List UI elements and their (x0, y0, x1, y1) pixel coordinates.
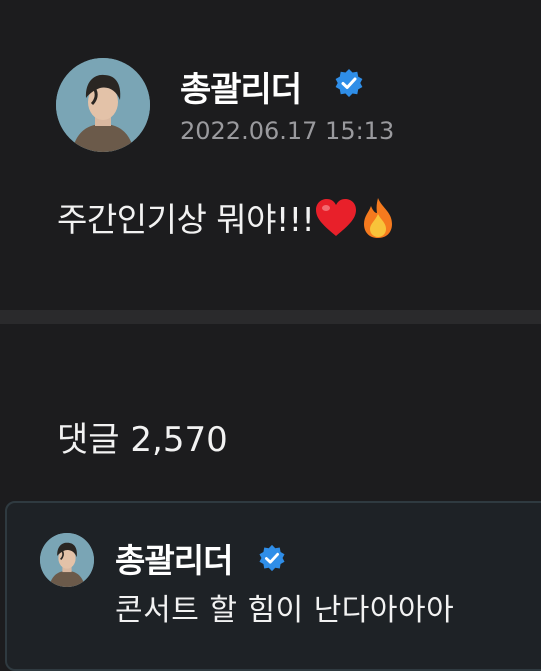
post-card: 총괄리더 2022.06.17 15:13 주간인기상 뭐야!!! (0, 0, 541, 310)
comment-author-avatar[interactable] (40, 533, 94, 587)
author-avatar[interactable] (56, 58, 150, 152)
post-text: 주간인기상 뭐야!!! (57, 200, 315, 239)
verified-badge-icon (335, 69, 363, 97)
post-timestamp: 2022.06.17 15:13 (180, 117, 395, 145)
comments-count: 댓글 2,570 (57, 412, 228, 461)
verified-badge-icon (259, 544, 285, 572)
section-divider (0, 310, 541, 324)
post-author-name[interactable]: 총괄리더 (180, 62, 302, 111)
heart-emoji-icon (314, 198, 358, 246)
comments-count-value: 2,570 (130, 420, 228, 460)
comment-text: 콘서트 할 힘이 난다아아아 (115, 593, 455, 628)
comment-author-name[interactable]: 총괄리더 (115, 534, 233, 582)
post-content: 주간인기상 뭐야!!! (57, 193, 398, 248)
comments-label: 댓글 (57, 420, 120, 460)
fire-emoji-icon (358, 196, 398, 248)
